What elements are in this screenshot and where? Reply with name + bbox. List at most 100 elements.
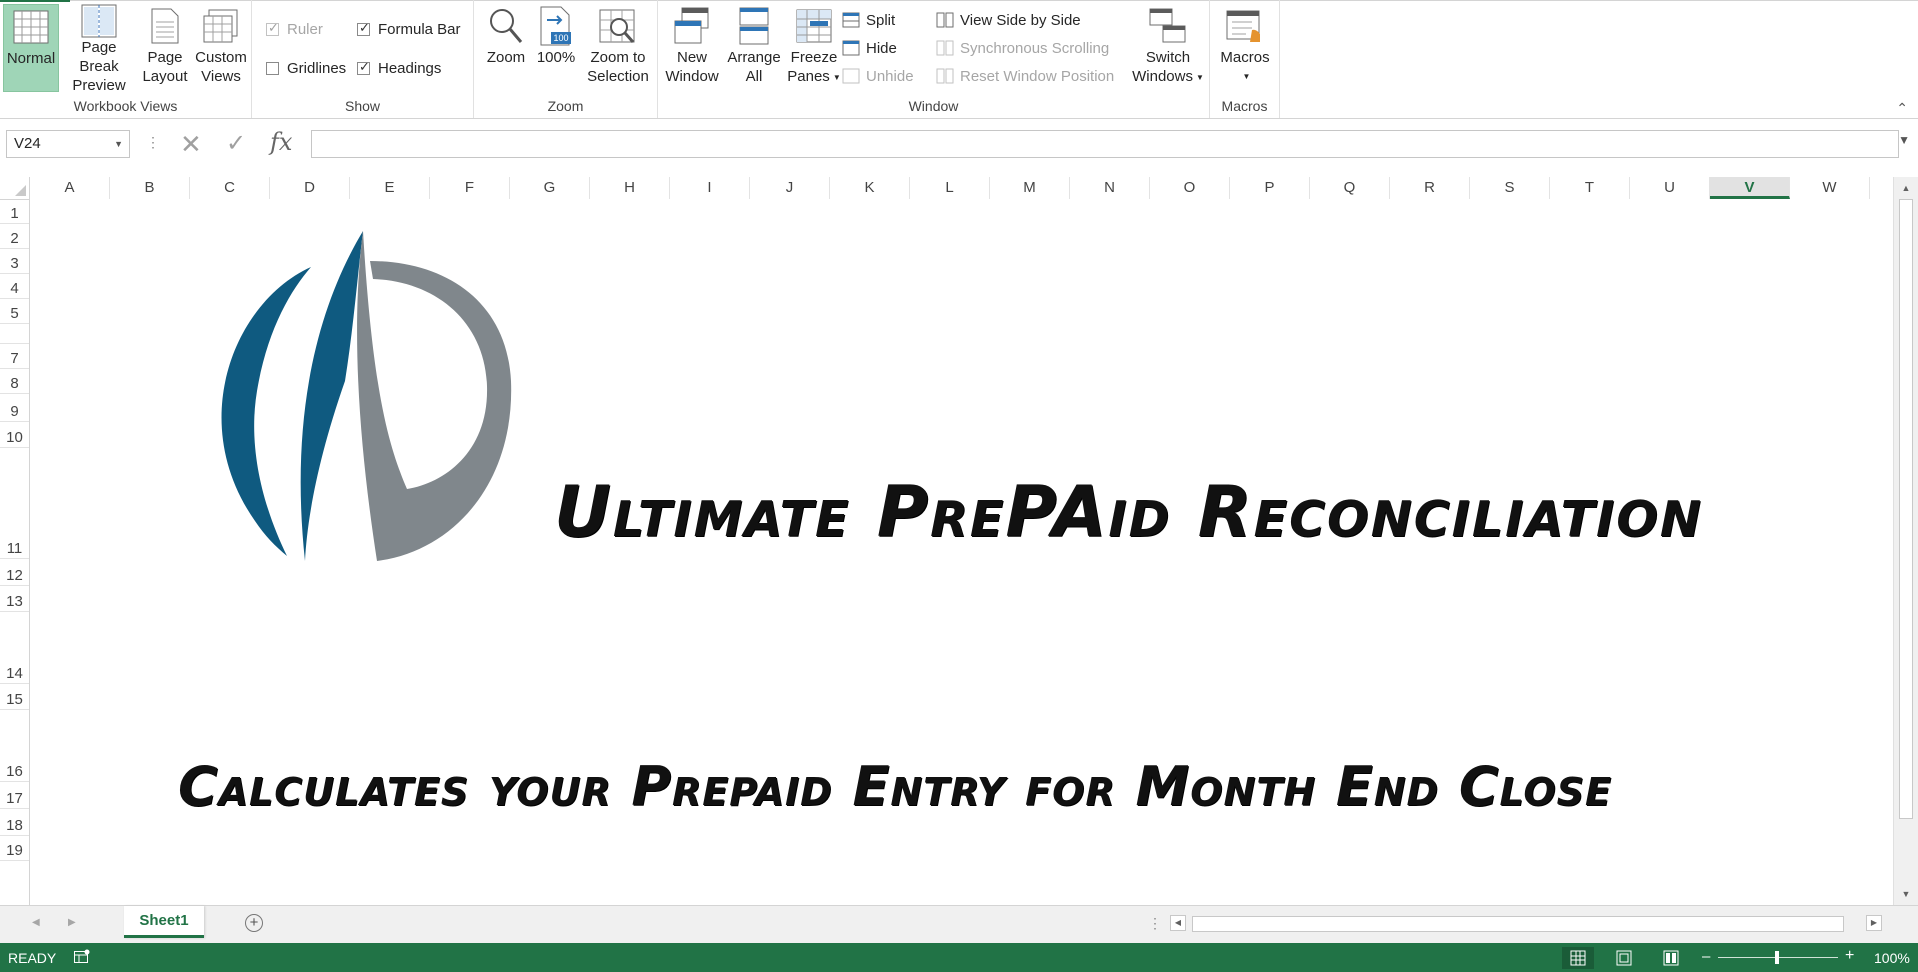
scroll-right-icon[interactable]: ▶	[1866, 915, 1882, 931]
cancel-icon[interactable]: ✕	[180, 129, 202, 160]
column-header[interactable]: U	[1630, 177, 1710, 199]
zoom-100-button[interactable]: 100 100%	[534, 4, 578, 92]
column-header[interactable]: L	[910, 177, 990, 199]
row-header[interactable]	[0, 324, 29, 344]
macros-button[interactable]: Macros ▼	[1216, 4, 1274, 92]
column-header[interactable]: R	[1390, 177, 1470, 199]
row-header[interactable]: 9	[0, 394, 29, 422]
row-header[interactable]: 13	[0, 586, 29, 612]
row-header[interactable]: 15	[0, 684, 29, 710]
name-box-dropdown-icon[interactable]: ▼	[114, 131, 123, 157]
page-layout-button[interactable]: Page Layout	[139, 4, 191, 92]
column-header[interactable]: E	[350, 177, 430, 199]
column-header[interactable]: D	[270, 177, 350, 199]
page-break-status-icon[interactable]	[1655, 947, 1687, 969]
previous-sheet-icon[interactable]: ◀	[32, 917, 40, 928]
zoom-out-button[interactable]: –	[1702, 948, 1710, 965]
switch-windows-button[interactable]: Switch Windows ▼	[1132, 4, 1204, 92]
scroll-up-icon[interactable]: ▲	[1894, 179, 1918, 197]
column-header[interactable]: C	[190, 177, 270, 199]
horizontal-scroll-thumb[interactable]	[1192, 916, 1844, 932]
zoom-100-icon: 100	[539, 4, 573, 48]
row-header[interactable]: 10	[0, 422, 29, 448]
column-header[interactable]: B	[110, 177, 190, 199]
name-box[interactable]: V24 ▼	[6, 130, 130, 158]
row-header[interactable]: 14	[0, 612, 29, 684]
gridlines-checkbox[interactable]: Gridlines	[266, 56, 346, 80]
freeze-panes-button[interactable]: Freeze Panes ▼	[786, 4, 842, 92]
row-header[interactable]: 19	[0, 836, 29, 861]
new-window-button[interactable]: New Window	[662, 4, 722, 92]
collapse-ribbon-icon[interactable]: ⌃	[1896, 100, 1908, 117]
row-header[interactable]: 2	[0, 224, 29, 249]
column-header[interactable]: A	[30, 177, 110, 199]
column-header[interactable]: H	[590, 177, 670, 199]
insert-function-icon[interactable]: fx	[270, 128, 292, 156]
column-header[interactable]: K	[830, 177, 910, 199]
zoom-button[interactable]: Zoom	[482, 4, 530, 92]
add-sheet-icon[interactable]: +	[245, 914, 263, 932]
page-break-preview-button[interactable]: Page Break Preview	[62, 4, 136, 94]
expand-formula-bar-icon[interactable]: ▼	[1898, 133, 1910, 147]
column-header[interactable]: M	[990, 177, 1070, 199]
row-header[interactable]: 18	[0, 809, 29, 836]
ruler-checkbox[interactable]: Ruler	[266, 17, 323, 41]
column-header[interactable]: F	[430, 177, 510, 199]
row-header[interactable]: 1	[0, 199, 29, 224]
formula-bar-checkbox[interactable]: Formula Bar	[357, 17, 461, 41]
column-header[interactable]: G	[510, 177, 590, 199]
unhide-button[interactable]: Unhide	[842, 64, 914, 88]
tab-split-handle[interactable]: ⋮	[1148, 915, 1162, 932]
column-header[interactable]: S	[1470, 177, 1550, 199]
formula-bar-resize-handle[interactable]: ⋮	[146, 134, 160, 151]
row-header[interactable]: 4	[0, 274, 29, 299]
column-header[interactable]: Q	[1310, 177, 1390, 199]
column-header[interactable]: W	[1790, 177, 1870, 199]
scroll-down-icon[interactable]: ▼	[1894, 885, 1918, 903]
row-header[interactable]: 3	[0, 249, 29, 274]
worksheet-area[interactable]: Ultimate PrePAid Reconciliation Calculat…	[30, 199, 1892, 905]
row-header[interactable]: 16	[0, 710, 29, 782]
reset-window-position-button[interactable]: Reset Window Position	[936, 64, 1114, 88]
select-all-button[interactable]	[0, 177, 30, 199]
sheet-tab[interactable]: Sheet1	[124, 906, 204, 938]
macro-recording-icon[interactable]	[74, 949, 90, 964]
custom-views-button[interactable]: Custom Views	[193, 4, 249, 92]
next-sheet-icon[interactable]: ▶	[68, 917, 76, 928]
headings-checkbox[interactable]: Headings	[357, 56, 441, 80]
formula-input[interactable]	[311, 130, 1899, 158]
zoom-in-button[interactable]: +	[1845, 947, 1854, 965]
row-header[interactable]: 8	[0, 369, 29, 394]
synchronous-scrolling-button[interactable]: Synchronous Scrolling	[936, 36, 1109, 60]
scroll-left-icon[interactable]: ◀	[1170, 915, 1186, 931]
column-header[interactable]: O	[1150, 177, 1230, 199]
arrange-all-button[interactable]: Arrange All	[724, 4, 784, 92]
arrange-all-label-1: Arrange	[727, 49, 781, 66]
column-header[interactable]: V	[1710, 177, 1790, 199]
normal-view-status-icon[interactable]	[1562, 947, 1594, 969]
zoom-to-selection-button[interactable]: Zoom to Selection	[582, 4, 654, 92]
column-header[interactable]: T	[1550, 177, 1630, 199]
zoom-level[interactable]: 100%	[1874, 950, 1910, 966]
zoom-slider-thumb[interactable]	[1775, 951, 1779, 964]
column-header[interactable]: I	[670, 177, 750, 199]
normal-view-button[interactable]: Normal	[3, 4, 59, 92]
hide-button[interactable]: Hide	[842, 36, 897, 60]
status-bar: READY – + 100%	[0, 943, 1918, 972]
row-header[interactable]: 11	[0, 448, 29, 559]
horizontal-scrollbar[interactable]: ◀ ▶	[1170, 914, 1882, 934]
vertical-scroll-thumb[interactable]	[1899, 199, 1913, 819]
column-header[interactable]: J	[750, 177, 830, 199]
row-header[interactable]: 12	[0, 559, 29, 586]
view-side-by-side-button[interactable]: View Side by Side	[936, 8, 1081, 32]
ribbon: Normal Page Break Preview Page Layout Cu…	[0, 0, 1918, 119]
column-header[interactable]: P	[1230, 177, 1310, 199]
row-header[interactable]: 5	[0, 299, 29, 324]
row-header[interactable]: 7	[0, 344, 29, 369]
enter-check-icon[interactable]: ✓	[226, 129, 246, 158]
column-header[interactable]: N	[1070, 177, 1150, 199]
page-layout-status-icon[interactable]	[1608, 947, 1640, 969]
row-header[interactable]: 17	[0, 782, 29, 809]
vertical-scrollbar[interactable]: ▲ ▼	[1893, 177, 1918, 905]
split-button[interactable]: Split	[842, 8, 895, 32]
